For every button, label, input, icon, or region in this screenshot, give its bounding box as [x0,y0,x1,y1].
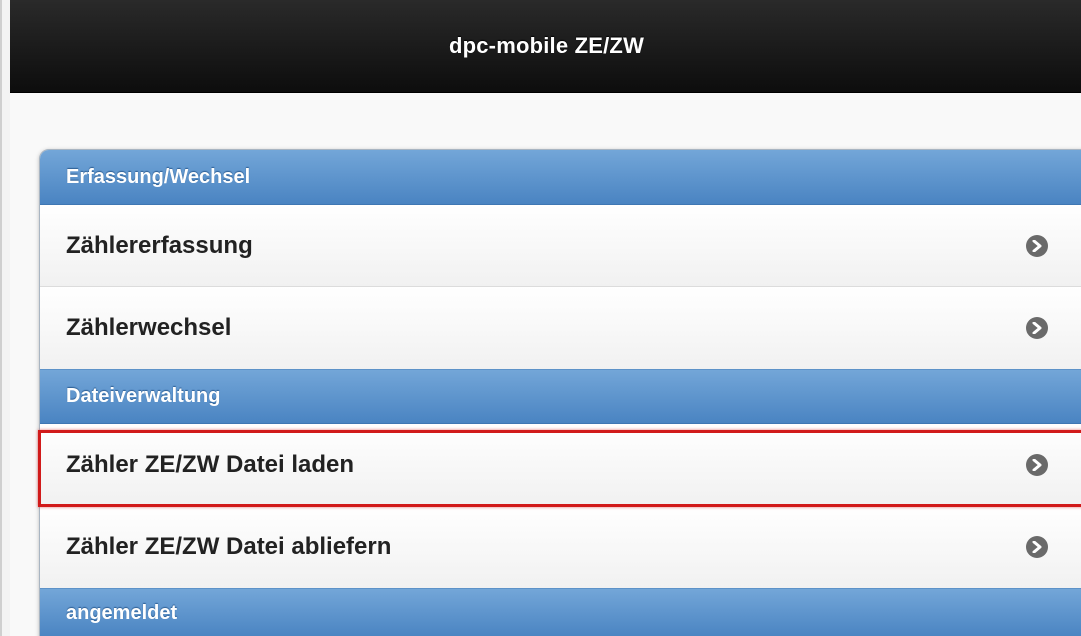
chevron-right-icon [1026,317,1048,339]
list-item-datei-abliefern[interactable]: Zähler ZE/ZW Datei abliefern [40,506,1081,588]
list-item-label: Zähler ZE/ZW Datei abliefern [66,533,392,560]
list-item-label: Zählerwechsel [66,314,232,341]
chevron-right-icon [1026,453,1048,476]
menu-list: Erfassung/Wechsel Zählererfassung Zähler… [39,149,1081,636]
divider-angemeldet: angemeldet [40,588,1081,636]
list-item-zaehlererfassung[interactable]: Zählererfassung [40,205,1081,287]
divider-dateiverwaltung: Dateiverwaltung [40,369,1081,424]
divider-label: Dateiverwaltung [66,385,221,407]
list-item-zaehlerwechsel[interactable]: Zählerwechsel [40,287,1081,369]
chevron-right-icon [1026,536,1048,558]
chevron-right-icon [1026,234,1048,257]
app-window: dpc-mobile ZE/ZW Erfassung/Wechsel Zähle… [0,0,1081,636]
page-title: dpc-mobile ZE/ZW [448,33,645,58]
list-item-datei-laden[interactable]: Zähler ZE/ZW Datei laden [40,424,1081,506]
divider-erfassung-wechsel: Erfassung/Wechsel [40,150,1081,205]
content-area: Erfassung/Wechsel Zählererfassung Zähler… [10,93,1081,636]
list-item-label: Zähler ZE/ZW Datei laden [66,450,355,478]
divider-label: angemeldet [66,601,178,624]
header-bar: dpc-mobile ZE/ZW [10,0,1081,93]
divider-label: Erfassung/Wechsel [66,165,251,188]
list-item-label: Zählererfassung [66,231,253,259]
